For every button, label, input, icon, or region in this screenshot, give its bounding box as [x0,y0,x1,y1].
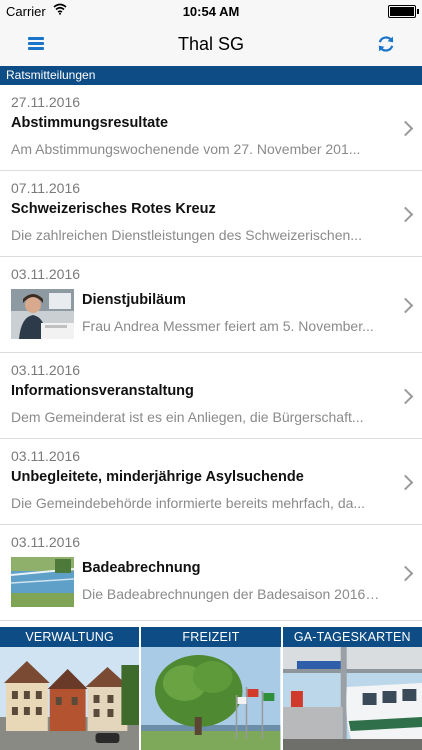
bottom-tiles: VERWALTUNG FREIZEIT GA-TAGESKARTEN [0,627,422,750]
chevron-right-icon [397,565,414,582]
item-teaser: Am Abstimmungswochenende vom 27. Novembe… [11,141,361,157]
chevron-right-icon [397,120,414,137]
item-title: Schweizerisches Rotes Kreuz [11,201,216,217]
news-list[interactable]: 27.11.2016 Abstimmungsresultate Am Absti… [0,85,422,625]
item-teaser: Die Gemeindebehörde informierte bereits … [11,495,366,511]
tile-label: FREIZEIT [141,627,281,647]
item-date: 03.11.2016 [11,362,81,378]
chevron-right-icon [397,297,414,314]
list-item[interactable]: 03.11.2016 Informationsveranstaltung Dem… [0,353,422,439]
item-teaser: Dem Gemeinderat ist es ein Anliegen, die… [11,409,364,425]
chevron-right-icon [397,474,414,491]
page-title: Thal SG [177,34,245,54]
tile-verwaltung[interactable]: VERWALTUNG [0,627,140,750]
item-teaser: Die Badeabrechnungen der Badesaison 2016… [82,586,382,602]
tree-lake-image [141,647,281,750]
section-header: Ratsmitteilungen [0,66,422,85]
tile-ga-tageskarten[interactable]: GA-TAGESKARTEN [282,627,422,750]
tile-label: GA-TAGESKARTEN [282,627,422,647]
town-hall-image [0,647,140,750]
item-teaser: Die zahlreichen Dienstleistungen des Sch… [11,227,362,243]
refresh-button[interactable] [376,34,396,54]
train-station-image [282,647,422,750]
item-title: Unbegleitete, minderjährige Asylsuchende [11,469,304,485]
navigation-bar: Thal SG [0,22,422,67]
item-thumbnail [11,557,74,607]
item-title: Dienstjubiläum [82,292,186,308]
battery-icon [388,5,419,18]
tile-label: VERWALTUNG [0,627,140,647]
refresh-icon [378,36,394,52]
item-title: Abstimmungsresultate [11,115,169,131]
item-date: 27.11.2016 [11,94,81,110]
clock: 10:54 AM [182,4,240,19]
list-item[interactable]: 03.11.2016 Dienstjubiläum Frau Andrea Me… [0,257,422,353]
item-date: 03.11.2016 [11,266,81,282]
list-item[interactable]: 03.11.2016 Badeabrechnung Die Badeabrech… [0,525,422,621]
list-item[interactable]: 03.11.2016 Unbegleitete, minderjährige A… [0,439,422,525]
chevron-right-icon [397,206,414,223]
tile-freizeit[interactable]: FREIZEIT [141,627,281,750]
list-item[interactable]: 27.11.2016 Abstimmungsresultate Am Absti… [0,85,422,171]
item-teaser: Frau Andrea Messmer feiert am 5. Novembe… [82,318,374,334]
chevron-right-icon [397,388,414,405]
item-thumbnail [11,289,74,339]
item-date: 03.11.2016 [11,534,81,550]
item-date: 07.11.2016 [11,180,81,196]
item-title: Informationsveranstaltung [11,383,194,399]
item-title: Badeabrechnung [82,560,201,576]
item-date: 03.11.2016 [11,448,81,464]
list-item[interactable]: 07.11.2016 Schweizerisches Rotes Kreuz D… [0,171,422,257]
status-bar: Carrier 10:54 AM [0,0,422,22]
